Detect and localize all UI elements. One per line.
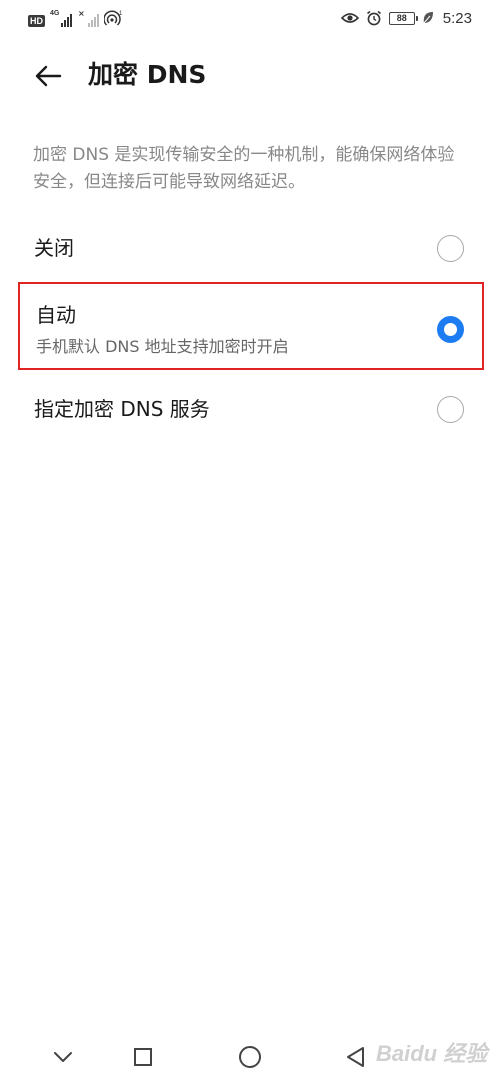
status-time: 5:23: [442, 9, 472, 27]
option-label: 指定加密 DNS 服务: [34, 397, 210, 421]
radio-button-checked[interactable]: [437, 316, 464, 343]
circle-icon: [239, 1046, 261, 1068]
nav-home-button[interactable]: [233, 1040, 267, 1074]
page-title: 加密 DNS: [88, 60, 207, 89]
square-icon: [134, 1048, 152, 1066]
radio-button[interactable]: [437, 396, 464, 423]
battery-level: 88: [396, 12, 407, 23]
option-label: 关闭: [34, 236, 74, 260]
baidu-watermark: Baidu 经验: [376, 1041, 488, 1066]
signal-icon: 4G: [50, 10, 72, 27]
alarm-icon: [366, 10, 381, 26]
back-button[interactable]: [30, 58, 66, 94]
eye-icon: [340, 13, 359, 23]
arrow-left-icon: [35, 65, 62, 87]
status-bar: HD 4G × 1 88 5:23: [0, 0, 500, 36]
radio-button[interactable]: [437, 235, 464, 262]
option-subtitle: 手机默认 DNS 地址支持加密时开启: [36, 337, 289, 356]
leaf-icon: [423, 12, 433, 24]
status-left: HD 4G × 1: [28, 9, 124, 27]
nav-back-button[interactable]: [339, 1040, 373, 1074]
header: 加密 DNS: [0, 48, 500, 104]
svg-text:1: 1: [119, 11, 123, 17]
battery-icon: 88: [388, 11, 418, 25]
hd-icon: HD: [28, 15, 45, 27]
signal-icon: ×: [77, 9, 99, 27]
option-custom-dns[interactable]: 指定加密 DNS 服务: [18, 384, 484, 432]
chevron-down-icon: [54, 1052, 72, 1062]
description-text: 加密 DNS 是实现传输安全的一种机制，能确保网络体验安全，但连接后可能导致网络…: [33, 145, 455, 192]
triangle-back-icon: [347, 1047, 364, 1067]
network-type-label: 4G: [50, 10, 60, 17]
option-auto[interactable]: 自动 手机默认 DNS 地址支持加密时开启: [18, 282, 484, 370]
option-label: 自动: [36, 303, 76, 327]
nav-hide-button[interactable]: [46, 1040, 80, 1074]
status-right: 88 5:23: [340, 8, 472, 28]
nav-recent-button[interactable]: [126, 1040, 160, 1074]
option-off[interactable]: 关闭: [18, 224, 484, 272]
hotspot-icon: 1: [104, 10, 123, 26]
